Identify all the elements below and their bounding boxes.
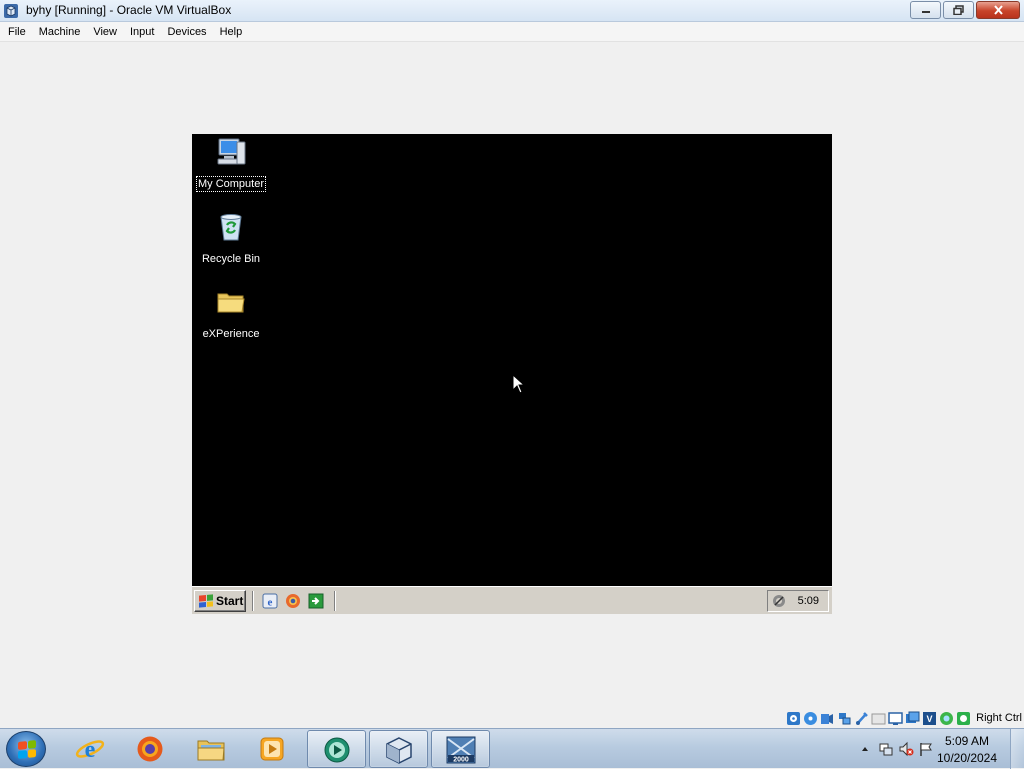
taskbar-virtualbox[interactable] [369, 730, 428, 768]
shared-folders-icon[interactable] [871, 711, 886, 726]
mouse-pointer-icon [512, 374, 526, 394]
windows-logo-icon [18, 740, 36, 759]
virtualbox-icon [4, 4, 18, 18]
desktop-icon-label: My Computer [195, 176, 267, 192]
host-taskbar: e 2000 5:09 AM 10/20/2024 [0, 728, 1024, 769]
restore-icon [944, 2, 973, 18]
guest-additions-icon[interactable] [956, 711, 971, 726]
folder-icon [217, 293, 245, 313]
internet-explorer-icon: e [75, 737, 105, 763]
taskbar-media-player[interactable] [243, 730, 302, 768]
svg-text:e: e [268, 597, 273, 609]
show-desktop-icon[interactable] [308, 593, 324, 609]
windows-2000-vm-icon: 2000 [446, 736, 476, 764]
svg-text:e: e [85, 737, 96, 763]
desktop-icon-label: eXPerience [202, 328, 260, 340]
taskbar-internet-explorer[interactable]: e [61, 730, 120, 768]
video-capture-icon[interactable] [905, 711, 920, 726]
close-button[interactable] [976, 1, 1020, 19]
volume-muted-icon[interactable] [898, 741, 914, 757]
menu-view[interactable]: View [88, 26, 122, 38]
window-title: byhy [Running] - Oracle VM VirtualBox [26, 3, 232, 17]
virtualbox-status-bar: V Right Ctrl [786, 708, 1024, 728]
host-clock-time[interactable]: 5:09 AM [932, 734, 1002, 748]
taskbar-firefox[interactable] [121, 730, 180, 768]
menu-file[interactable]: File [3, 26, 31, 38]
taskbar-teal-app[interactable] [307, 730, 366, 768]
network-tray-icon[interactable] [878, 741, 894, 757]
mouse-integration-icon[interactable] [939, 711, 954, 726]
svg-text:V: V [927, 714, 933, 724]
audio-icon[interactable] [820, 711, 835, 726]
close-icon [977, 2, 1019, 18]
sound-icon[interactable] [771, 593, 787, 609]
minimize-button[interactable] [910, 1, 941, 19]
teal-circle-app-icon [324, 737, 350, 763]
firefox-icon[interactable] [285, 593, 301, 609]
host-system-tray: 5:09 AM 10/20/2024 [844, 729, 1024, 769]
host-clock-date[interactable]: 10/20/2024 [932, 751, 1002, 765]
taskbar-windows-2000-vm[interactable]: 2000 [431, 730, 490, 768]
recycle-bin-icon [220, 214, 242, 241]
guest-start-button[interactable]: Start [194, 590, 246, 612]
show-hidden-icons-icon[interactable] [860, 742, 870, 756]
desktop-icon-experience[interactable]: eXPerience [192, 286, 270, 342]
menu-devices[interactable]: Devices [162, 26, 211, 38]
windows-explorer-icon [197, 740, 225, 761]
restore-button[interactable] [943, 1, 974, 19]
start-label: Start [216, 594, 244, 608]
host-key-label: Right Ctrl [976, 712, 1022, 724]
usb-icon[interactable] [854, 711, 869, 726]
taskbar-windows-explorer[interactable] [182, 730, 241, 768]
guest-taskbar: Start e 5:09 [192, 586, 832, 614]
windows-flag-icon [199, 594, 213, 608]
windows-start-orb[interactable] [6, 731, 46, 767]
menu-input[interactable]: Input [125, 26, 159, 38]
display-icon[interactable] [888, 711, 903, 726]
menu-bar: File Machine View Input Devices Help [0, 22, 1024, 42]
network-icon[interactable] [837, 711, 852, 726]
processor-icon[interactable]: V [922, 711, 937, 726]
show-desktop-button[interactable] [1010, 729, 1024, 769]
guest-screen[interactable]: My Computer Recycle Bin eXPerience Start [192, 134, 832, 614]
menu-machine[interactable]: Machine [34, 26, 86, 38]
desktop-icon-label: Recycle Bin [201, 253, 261, 265]
virtualbox-icon [386, 737, 412, 764]
minimize-icon [911, 2, 940, 18]
optical-drive-icon[interactable] [803, 711, 818, 726]
menu-help[interactable]: Help [215, 26, 248, 38]
guest-clock: 5:09 [797, 595, 819, 607]
taskbar-separator [252, 591, 254, 611]
window-title-bar[interactable]: byhy [Running] - Oracle VM VirtualBox [0, 0, 1024, 22]
hard-disk-icon[interactable] [786, 711, 801, 726]
svg-text:2000: 2000 [453, 757, 469, 764]
guest-system-tray: 5:09 [767, 590, 829, 612]
taskbar-separator [334, 591, 336, 611]
desktop-icon-recycle-bin[interactable]: Recycle Bin [192, 211, 270, 267]
firefox-icon [137, 736, 163, 762]
media-player-icon [260, 737, 284, 761]
desktop-icon-my-computer[interactable]: My Computer [192, 136, 270, 192]
my-computer-icon [217, 138, 246, 165]
ie-icon[interactable]: e [262, 593, 278, 609]
